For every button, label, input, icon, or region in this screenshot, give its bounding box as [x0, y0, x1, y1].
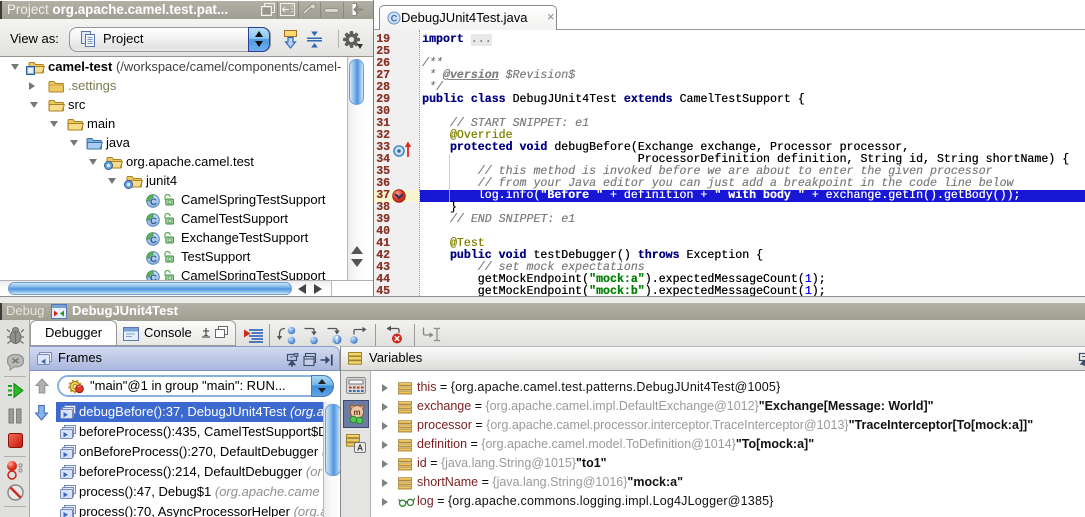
svg-text:!: !: [336, 335, 339, 345]
svg-text:C: C: [150, 273, 157, 280]
svg-text:C: C: [150, 254, 157, 265]
svg-text:C: C: [150, 235, 157, 246]
svg-text:C: C: [150, 216, 157, 227]
svg-text:C: C: [150, 197, 157, 208]
svg-text:A: A: [357, 444, 363, 453]
svg-text:m: m: [353, 408, 360, 417]
